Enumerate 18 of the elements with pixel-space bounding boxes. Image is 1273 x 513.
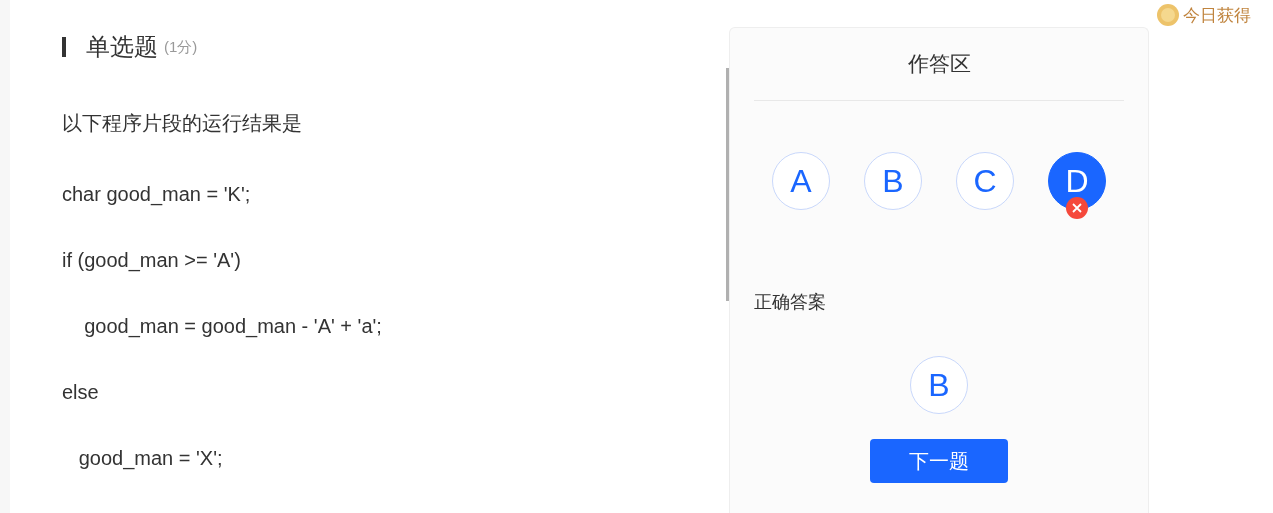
option-button[interactable]: B [864,152,922,210]
code-line: char good_man = 'K'; [62,182,252,208]
question-score: (1分) [164,37,198,57]
code-line: if (good_man >= 'A') [62,248,242,274]
code-line: good_man = good_man - 'A' + 'a'; [83,314,383,340]
scrollbar[interactable] [726,68,729,301]
next-button[interactable]: 下一题 [870,439,1008,483]
reward-label[interactable]: 今日获得 [1183,4,1251,27]
question-text: 以下程序片段的运行结果是 [62,111,303,136]
code-line: good_man = 'X'; [77,446,224,472]
panel-title: 作答区 [754,28,1124,101]
option-button[interactable]: C [956,152,1014,210]
option-button[interactable]: A [772,152,830,210]
coin-icon [1157,4,1179,26]
code-line: else [62,380,100,405]
correct-answer: B [910,356,968,414]
question-type: 单选题 [86,32,158,62]
correct-answer-label: 正确答案 [754,291,827,314]
